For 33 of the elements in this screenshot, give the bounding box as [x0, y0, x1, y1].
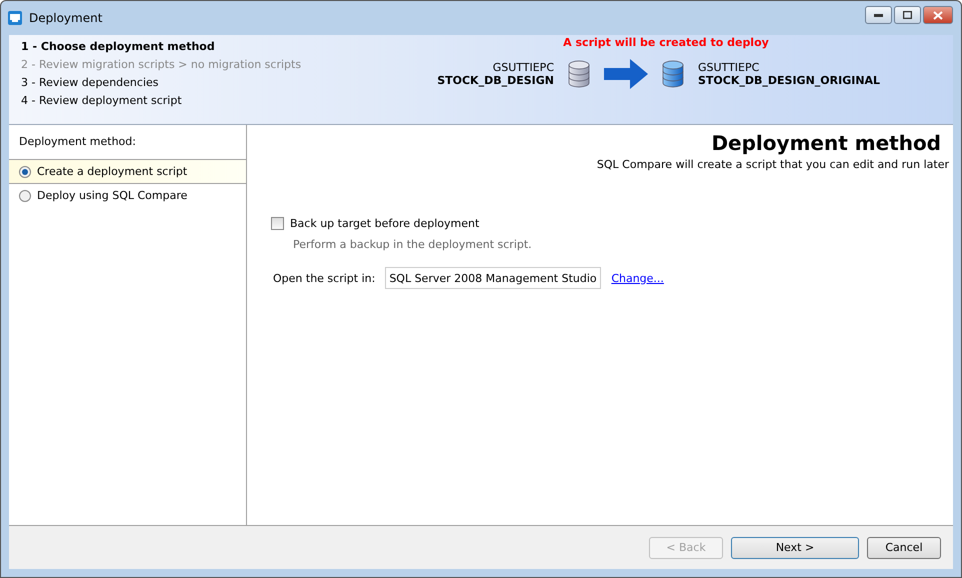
server-name: GSUTTIEPC: [492, 61, 554, 74]
field-label: Open the script in:: [273, 272, 376, 284]
maximize-icon: [903, 11, 912, 19]
page-title: Deployment method: [711, 131, 941, 155]
server-name: GSUTTIEPC: [698, 61, 760, 74]
database-name: STOCK_DB_DESIGN: [437, 74, 554, 87]
change-link[interactable]: Change...: [611, 272, 664, 284]
wizard-step: 1 - Choose deployment method: [21, 39, 397, 55]
close-button[interactable]: [923, 6, 953, 24]
radio-button[interactable]: [19, 166, 31, 178]
close-icon: [933, 10, 943, 20]
deploy-notice: A script will be created to deploy: [563, 36, 769, 49]
input-field[interactable]: SQL Server 2008 Management Studio: [385, 267, 602, 289]
window-title: Deployment: [29, 11, 102, 25]
wizard-step: 4 - Review deployment script: [21, 93, 397, 109]
maximize-button[interactable]: [894, 6, 921, 24]
wizard-button[interactable]: Next >: [731, 536, 859, 558]
page-subtitle: SQL Compare will create a script that you can edit and run later: [596, 158, 949, 171]
database-name: STOCK_DB_DESIGN_ORIGINAL: [698, 74, 880, 87]
arrow-icon: [604, 59, 648, 89]
wizard-step: 2 - Review migration scripts > no migration scripts: [21, 57, 397, 73]
app-icon: [7, 10, 23, 26]
minimize-button[interactable]: [865, 6, 892, 24]
wizard-button[interactable]: Cancel: [867, 536, 941, 558]
hint-text: Perform a backup in the deployment script.: [293, 238, 533, 251]
target-database-icon: [662, 60, 684, 88]
minimize-icon: [874, 14, 883, 16]
radio-button[interactable]: [19, 190, 31, 202]
database-icon: [568, 60, 590, 88]
checkbox-label[interactable]: Back up target before deployment: [290, 217, 480, 230]
checkbox[interactable]: [271, 217, 284, 230]
wizard-step: 3 - Review dependencies: [21, 75, 397, 91]
option-label[interactable]: Deploy using SQL Compare: [37, 189, 188, 202]
